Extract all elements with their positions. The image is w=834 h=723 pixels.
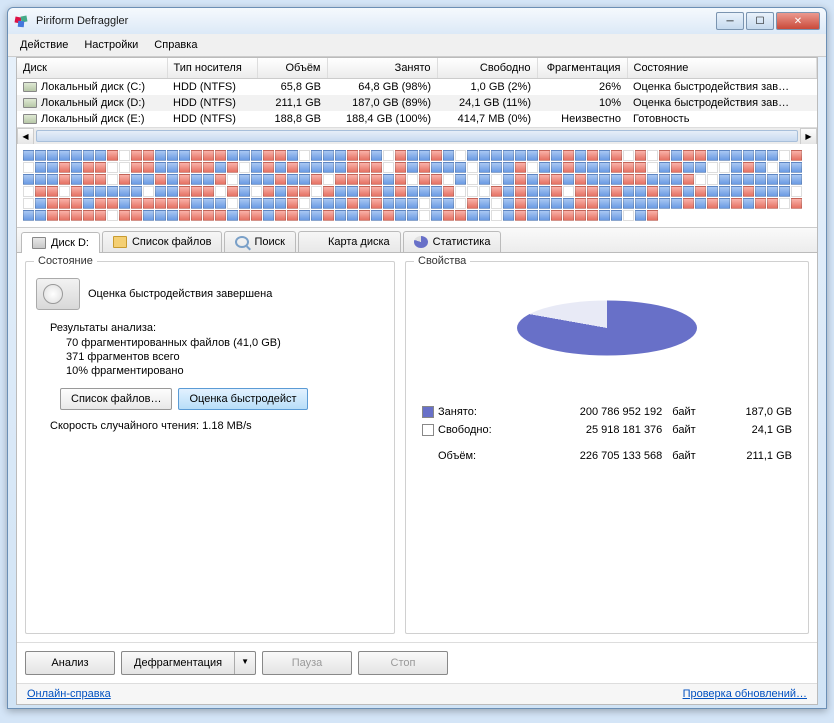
analysis-results: Результаты анализа: 70 фрагментированных…: [36, 320, 384, 378]
results-header: Результаты анализа:: [36, 320, 384, 336]
minimize-button[interactable]: ─: [716, 12, 744, 30]
analyze-button[interactable]: Анализ: [25, 651, 115, 675]
drive-table: Диск Тип носителя Объём Занято Свободно …: [17, 58, 817, 127]
horizontal-scrollbar[interactable]: ◀ ▶: [17, 127, 817, 144]
tab-disk[interactable]: Диск D:: [21, 232, 100, 253]
props-table: Занято: 200 786 952 192 байт 187,0 GB Св…: [416, 402, 798, 466]
status-area: Состояние Оценка быстродействия завершен…: [17, 253, 817, 642]
pause-button[interactable]: Пауза: [262, 651, 352, 675]
row-used: Занято: 200 786 952 192 байт 187,0 GB: [418, 404, 796, 420]
scroll-left-icon[interactable]: ◀: [17, 128, 34, 145]
tab-map[interactable]: Карта диска: [298, 231, 401, 252]
menubar: Действие Настройки Справка: [8, 34, 826, 57]
col-frag[interactable]: Фрагментация: [537, 58, 627, 79]
drive-map[interactable]: [17, 144, 817, 227]
table-row[interactable]: Локальный диск (E:)HDD (NTFS)188,8 GB188…: [17, 111, 817, 127]
col-state[interactable]: Состояние: [627, 58, 817, 79]
col-media[interactable]: Тип носителя: [167, 58, 257, 79]
bottom-buttons: Анализ Дефрагментация▼ Пауза Стоп: [17, 642, 817, 683]
result-fragments-total: 371 фрагментов всего: [36, 350, 384, 364]
defrag-button[interactable]: Дефрагментация▼: [121, 651, 256, 675]
maximize-button[interactable]: ☐: [746, 12, 774, 30]
table-row[interactable]: Локальный диск (C:)HDD (NTFS)65,8 GB64,8…: [17, 79, 817, 96]
menu-action[interactable]: Действие: [12, 36, 76, 54]
col-size[interactable]: Объём: [257, 58, 327, 79]
titlebar: Piriform Defraggler ─ ☐ ✕: [8, 8, 826, 34]
statusbar: Онлайн-справка Проверка обновлений…: [17, 683, 817, 704]
online-help-link[interactable]: Онлайн-справка: [27, 688, 111, 700]
row-free: Свободно: 25 918 181 376 байт 24,1 GB: [418, 422, 796, 438]
stats-icon: [414, 236, 428, 248]
window-title: Piriform Defraggler: [36, 15, 128, 27]
hdd-icon: [36, 278, 80, 310]
col-used[interactable]: Занято: [327, 58, 437, 79]
tab-search[interactable]: Поиск: [224, 231, 295, 252]
table-row[interactable]: Локальный диск (D:)HDD (NTFS)211,1 GB187…: [17, 95, 817, 111]
folder-icon: [113, 236, 127, 248]
pie-chart: [416, 278, 798, 388]
disk-icon: [23, 98, 37, 108]
check-updates-link[interactable]: Проверка обновлений…: [683, 688, 807, 700]
window-controls: ─ ☐ ✕: [716, 12, 820, 30]
menu-help[interactable]: Справка: [146, 36, 205, 54]
app-window: Piriform Defraggler ─ ☐ ✕ Действие Настр…: [7, 7, 827, 709]
free-color-icon: [422, 424, 434, 436]
file-list-button[interactable]: Список файлов…: [60, 388, 172, 410]
disk-icon: [23, 114, 37, 124]
stop-button[interactable]: Стоп: [358, 651, 448, 675]
disk-icon: [23, 82, 37, 92]
menu-settings[interactable]: Настройки: [76, 36, 146, 54]
close-button[interactable]: ✕: [776, 12, 820, 30]
read-speed: Скорость случайного чтения: 1.18 MB/s: [36, 416, 384, 446]
state-headline: Оценка быстродействия завершена: [88, 288, 272, 300]
used-color-icon: [422, 406, 434, 418]
state-legend: Состояние: [34, 255, 97, 267]
app-icon: [14, 13, 30, 29]
chart-icon: [309, 236, 323, 248]
row-total: Объём: 226 705 133 568 байт 211,1 GB: [418, 448, 796, 464]
scroll-right-icon[interactable]: ▶: [800, 128, 817, 145]
props-groupbox: Свойства Занято: 200 786 952 192 байт 18…: [405, 261, 809, 634]
state-groupbox: Состояние Оценка быстродействия завершен…: [25, 261, 395, 634]
content: Диск Тип носителя Объём Занято Свободно …: [16, 57, 818, 705]
col-disk[interactable]: Диск: [17, 58, 167, 79]
disk-icon: [32, 237, 46, 249]
tab-stats[interactable]: Статистика: [403, 231, 502, 252]
col-free[interactable]: Свободно: [437, 58, 537, 79]
tabs: Диск D: Список файлов Поиск Карта диска …: [17, 227, 817, 253]
benchmark-button[interactable]: Оценка быстродейст: [178, 388, 307, 410]
tab-files[interactable]: Список файлов: [102, 231, 222, 252]
chevron-down-icon[interactable]: ▼: [235, 652, 255, 674]
result-fragmented-files: 70 фрагментированных файлов (41,0 GB): [36, 336, 384, 350]
search-icon: [235, 236, 249, 248]
props-legend: Свойства: [414, 255, 470, 267]
result-percent: 10% фрагментировано: [36, 364, 384, 378]
